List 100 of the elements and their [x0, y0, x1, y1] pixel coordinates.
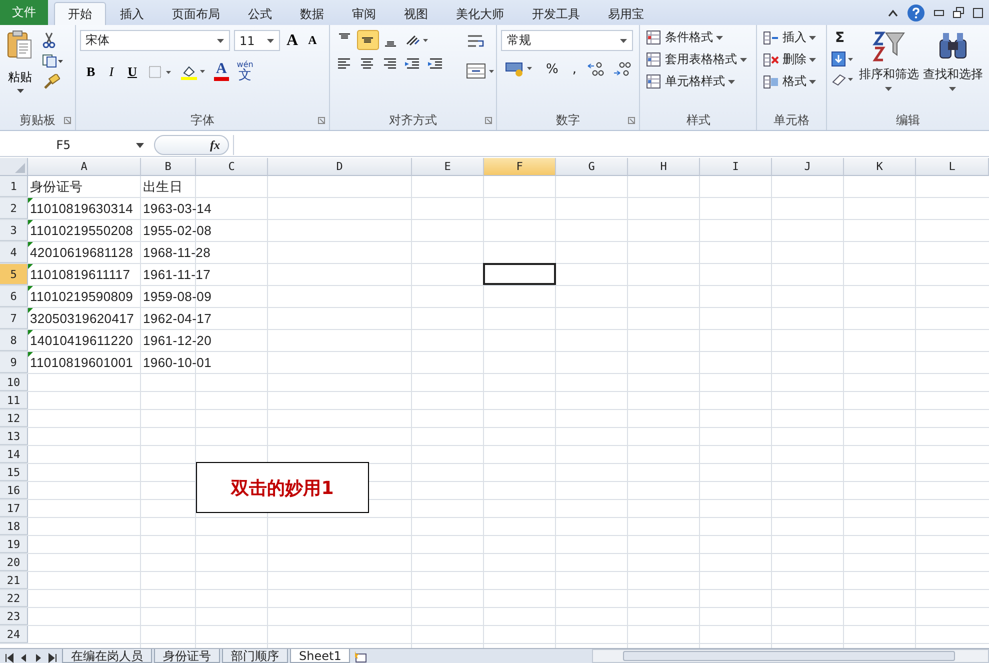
- sheet-tab[interactable]: Sheet1: [290, 649, 350, 663]
- insert-function-button[interactable]: fx: [154, 135, 229, 155]
- scissors-icon[interactable]: [42, 32, 56, 48]
- row-header[interactable]: 4: [0, 242, 28, 263]
- font-size-dropdown[interactable]: 11: [234, 30, 280, 51]
- row-header[interactable]: 22: [0, 590, 28, 607]
- collapse-ribbon-icon[interactable]: [888, 8, 898, 16]
- dialog-launcher-icon[interactable]: [628, 117, 636, 124]
- font-name-dropdown[interactable]: 宋体: [80, 30, 230, 51]
- comma-button[interactable]: ,: [569, 62, 580, 76]
- italic-button[interactable]: I: [106, 64, 117, 80]
- percent-button[interactable]: %: [542, 62, 562, 76]
- column-header[interactable]: I: [700, 158, 772, 176]
- cells-menu-button[interactable]: 格式: [761, 72, 822, 91]
- shrink-font-button[interactable]: A: [305, 33, 320, 48]
- sheet-tab[interactable]: 身份证号: [154, 649, 220, 663]
- autosum-button[interactable]: Σ: [830, 30, 855, 46]
- sort-filter-button[interactable]: 排序和筛选: [858, 30, 919, 110]
- row-header[interactable]: 21: [0, 572, 28, 589]
- column-header[interactable]: H: [628, 158, 700, 176]
- bold-button[interactable]: B: [84, 64, 98, 80]
- column-header[interactable]: C: [196, 158, 268, 176]
- row-header[interactable]: 14: [0, 446, 28, 463]
- fill-color-icon[interactable]: [180, 64, 206, 80]
- column-header[interactable]: E: [412, 158, 484, 176]
- column-header[interactable]: J: [772, 158, 844, 176]
- dialog-launcher-icon[interactable]: [484, 117, 492, 124]
- column-header[interactable]: D: [268, 158, 412, 176]
- close-icon[interactable]: [973, 8, 983, 18]
- row-header[interactable]: 18: [0, 518, 28, 535]
- paste-button[interactable]: 粘贴: [4, 30, 36, 110]
- row-header[interactable]: 24: [0, 626, 28, 643]
- row-header[interactable]: 13: [0, 428, 28, 445]
- column-header[interactable]: F: [484, 158, 556, 176]
- sheet-tab[interactable]: 在编在岗人员: [62, 649, 152, 663]
- row-header[interactable]: 5: [0, 264, 28, 285]
- error-indicator-icon[interactable]: [28, 264, 33, 269]
- borders-icon[interactable]: [148, 64, 172, 78]
- ribbon-tab[interactable]: 视图: [390, 2, 442, 25]
- find-select-button[interactable]: 查找和选择: [922, 30, 983, 110]
- dropdown-arrow-icon[interactable]: [620, 38, 627, 42]
- cells-menu-button[interactable]: 插入: [761, 28, 822, 47]
- row-header[interactable]: 17: [0, 500, 28, 517]
- fill-down-icon[interactable]: [830, 51, 855, 67]
- row-header[interactable]: 23: [0, 608, 28, 625]
- column-header[interactable]: B: [141, 158, 196, 176]
- styles-menu-button[interactable]: 条件格式: [644, 28, 752, 47]
- column-header[interactable]: L: [916, 158, 989, 176]
- column-header[interactable]: K: [844, 158, 916, 176]
- help-icon[interactable]: [907, 4, 925, 22]
- dialog-launcher-icon[interactable]: [64, 117, 71, 124]
- row-header[interactable]: 11: [0, 392, 28, 409]
- error-indicator-icon[interactable]: [28, 352, 33, 357]
- ribbon-tab[interactable]: 数据: [286, 2, 338, 25]
- minimize-icon[interactable]: [934, 10, 944, 16]
- dropdown-arrow-icon[interactable]: [216, 38, 224, 42]
- format-painter-icon[interactable]: [42, 74, 60, 90]
- phonetic-guide-button[interactable]: wén 文: [236, 61, 254, 82]
- ribbon-tab[interactable]: 开发工具: [518, 2, 594, 25]
- row-header[interactable]: 2: [0, 198, 28, 219]
- error-indicator-icon[interactable]: [28, 242, 33, 247]
- file-tab[interactable]: 文件: [0, 0, 48, 25]
- column-header[interactable]: G: [556, 158, 628, 176]
- underline-button[interactable]: U: [124, 64, 140, 80]
- row-header[interactable]: 12: [0, 410, 28, 427]
- error-indicator-icon[interactable]: [28, 198, 33, 203]
- ribbon-tab[interactable]: 易用宝: [594, 2, 658, 25]
- merge-cells-icon[interactable]: [466, 63, 496, 79]
- row-header[interactable]: 9: [0, 352, 28, 373]
- dropdown-arrow-icon[interactable]: [136, 142, 144, 148]
- styles-menu-button[interactable]: 套用表格格式: [644, 50, 752, 69]
- number-format-dropdown[interactable]: 常规: [500, 30, 633, 51]
- horizontal-scrollbar[interactable]: [592, 649, 989, 663]
- column-header[interactable]: A: [28, 158, 141, 176]
- ribbon-tab[interactable]: 插入: [106, 2, 158, 25]
- decrease-decimal-icon[interactable]: [613, 61, 632, 77]
- row-header[interactable]: 7: [0, 308, 28, 329]
- cells-menu-button[interactable]: 删除: [761, 50, 822, 69]
- restore-icon[interactable]: [953, 7, 964, 18]
- error-indicator-icon[interactable]: [28, 220, 33, 225]
- row-header[interactable]: 8: [0, 330, 28, 351]
- ribbon-tab[interactable]: 公式: [234, 2, 286, 25]
- sheet-tab[interactable]: 部门顺序: [222, 649, 288, 663]
- row-header[interactable]: 1: [0, 176, 28, 197]
- dropdown-arrow-icon[interactable]: [266, 38, 274, 42]
- row-header[interactable]: 6: [0, 286, 28, 307]
- row-header[interactable]: 19: [0, 536, 28, 553]
- align-middle-icon[interactable]: [357, 30, 379, 50]
- error-indicator-icon[interactable]: [28, 308, 33, 313]
- row-header[interactable]: 16: [0, 482, 28, 499]
- error-indicator-icon[interactable]: [28, 330, 33, 335]
- row-header[interactable]: 20: [0, 554, 28, 571]
- ribbon-tab[interactable]: 页面布局: [158, 2, 234, 25]
- row-header[interactable]: 10: [0, 374, 28, 391]
- copy-icon[interactable]: [42, 54, 64, 68]
- new-sheet-icon[interactable]: [352, 651, 368, 663]
- row-header[interactable]: 15: [0, 464, 28, 481]
- increase-decimal-icon[interactable]: [587, 61, 606, 77]
- ribbon-tab[interactable]: 开始: [54, 2, 106, 25]
- font-color-button[interactable]: A: [214, 62, 229, 81]
